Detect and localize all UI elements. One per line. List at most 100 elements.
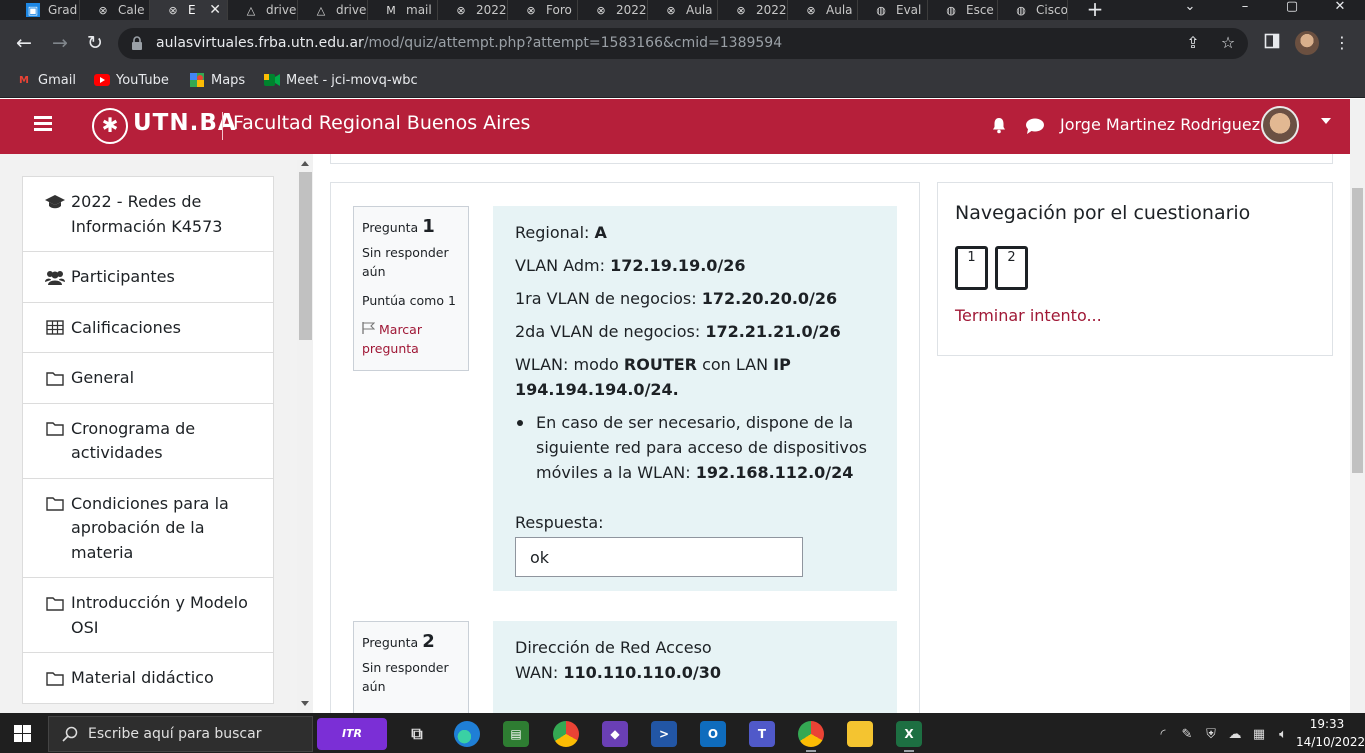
browser-tab-label: Eval [896,3,922,17]
browser-tab[interactable]: Mmail [368,0,438,20]
drawer-item-label: Material didáctico [71,668,214,687]
drawer-scrollbar-thumb[interactable] [299,172,312,340]
keyboard-icon[interactable]: ▦ [1251,726,1267,742]
browser-tab[interactable]: ⊗ 2022 [718,0,788,20]
user-avatar[interactable] [1261,106,1299,144]
chrome-icon[interactable] [553,721,579,747]
messages-icon[interactable] [1025,117,1045,135]
quiz-nav-button-1[interactable]: 1 [955,246,988,290]
powershell-icon[interactable]: > [651,721,677,747]
site-name[interactable]: Facultad Regional Buenos Aires [233,112,530,134]
project-app-icon[interactable]: ▤ [503,721,529,747]
finish-attempt-link[interactable]: Terminar intento... [955,306,1102,325]
browser-tab[interactable]: ▣ Grad [10,0,80,20]
flag-question-link[interactable]: Marcar pregunta [362,320,460,358]
reload-icon[interactable]: ↻ [81,29,109,57]
browser-tab[interactable]: ⊗ Cale [80,0,150,20]
clock-date[interactable]: 14/10/2022 [1296,735,1365,749]
window-close-button[interactable]: ✕ [1320,0,1360,20]
utn-logo-icon[interactable]: ✱ [92,108,128,144]
user-menu-caret-icon[interactable] [1321,118,1331,124]
pen-icon[interactable]: ✎ [1179,726,1195,742]
drawer-item-grades[interactable]: Calificaciones [23,303,273,353]
sidepanel-icon[interactable] [1262,33,1282,53]
scroll-up-arrow-icon[interactable] [301,161,309,166]
line-text: VLAN Adm: [515,256,611,275]
itr-app-button[interactable]: ITR [317,718,387,750]
back-icon[interactable]: ← [10,29,38,57]
browser-tab[interactable]: ⊗ Aula [648,0,718,20]
bookmark-meet[interactable]: Meet - jci-movq-wbc [264,70,418,90]
drawer-item-material[interactable]: Material didáctico [23,653,273,703]
answer-input[interactable] [515,537,803,577]
browser-tab[interactable]: ◍ Eval [858,0,928,20]
windows-start-icon[interactable] [14,725,31,742]
wifi-icon[interactable]: ◜ [1155,726,1171,742]
table-icon [45,320,65,336]
bookmark-maps[interactable]: Maps [189,70,245,90]
share-icon[interactable]: ⇪ [1183,33,1203,53]
bookmark-label: Maps [211,72,246,88]
new-tab-button[interactable]: + [1085,0,1105,20]
teams-icon[interactable]: T [749,721,775,747]
scroll-down-arrow-icon[interactable] [301,701,309,706]
drawer-item-schedule[interactable]: Cronograma de actividades [23,404,273,479]
defender-icon[interactable]: ⛨ [1203,726,1219,742]
url-path: /mod/quiz/attempt.php?attempt=1583166&cm… [363,35,783,51]
maximize-button[interactable]: ▢ [1272,0,1312,20]
visual-studio-icon[interactable]: ◆ [602,721,628,747]
bell-icon[interactable] [990,116,1008,134]
browser-menu-icon[interactable]: ⋮ [1334,33,1350,53]
close-circle-icon: ⊗ [736,3,746,17]
browser-tab[interactable]: ⊗ 2022 [438,0,508,20]
close-tab-icon[interactable]: ✕ [209,2,221,18]
quiz-nav-button-2[interactable]: 2 [995,246,1028,290]
browser-tab-label: Aula [686,3,713,17]
task-view-icon[interactable]: ⧉ [404,721,430,747]
browser-tab[interactable]: ⊗ Aula [788,0,858,20]
file-explorer-icon[interactable] [847,721,873,747]
browser-tab-label: Grad [48,3,78,17]
bookmark-youtube[interactable]: YouTube [94,70,169,90]
edge-icon[interactable] [454,721,480,747]
url-text[interactable]: aulasvirtuales.frba.utn.edu.ar/mod/quiz/… [156,35,782,51]
browser-tab[interactable]: ⊗ E ✕ [150,0,228,20]
browser-tab[interactable]: ⊗ 2022 [578,0,648,20]
clock-time[interactable]: 19:33 [1307,717,1347,731]
outlook-icon[interactable]: O [700,721,726,747]
drawer-item-conditions[interactable]: Condiciones para la aprobación de la mat… [23,479,273,578]
forward-icon[interactable]: → [46,29,74,57]
browser-tab[interactable]: ⊗ Foro [508,0,578,20]
profile-avatar-icon[interactable] [1295,31,1319,55]
users-icon [45,269,65,285]
youtube-icon [94,73,110,87]
folder-icon [45,595,65,611]
drawer-item-label: Introducción y Modelo OSI [71,593,248,637]
folder-icon [45,421,65,437]
page-scrollbar-thumb[interactable] [1352,188,1363,473]
chrome-profile-icon[interactable] [798,721,824,752]
browser-tab[interactable]: △ drive [228,0,298,20]
globe-icon: ◍ [1016,3,1026,17]
drawer-item-general[interactable]: General [23,353,273,404]
drawer-item-osi[interactable]: Introducción y Modelo OSI [23,578,273,653]
user-name[interactable]: Jorge Martinez Rodriguez [1060,115,1260,134]
bookmark-gmail[interactable]: M Gmail [16,70,76,90]
browser-tab[interactable]: ◍ Cisco [998,0,1068,20]
browser-tab[interactable]: △ drive [298,0,368,20]
close-circle-icon: ⊗ [526,3,536,17]
excel-icon[interactable]: X [896,721,922,752]
drawer-item-participants[interactable]: Participantes [23,252,273,303]
browser-tab[interactable]: ◍ Esce [928,0,998,20]
menu-toggle-icon[interactable] [34,116,52,134]
volume-icon[interactable]: 🔈︎ [1275,726,1291,742]
tab-search-chevron-icon[interactable]: ⌄ [1170,0,1210,20]
folder-icon [45,670,65,686]
lock-icon[interactable] [131,36,145,50]
question-grade: Puntúa como 1 [362,293,456,308]
star-icon[interactable]: ☆ [1218,33,1238,53]
taskbar-search-placeholder[interactable]: Escribe aquí para buscar [88,726,261,742]
onedrive-icon[interactable]: ☁ [1227,726,1243,742]
minimize-button[interactable]: – [1225,0,1265,20]
drawer-item-course[interactable]: 2022 - Redes de Información K4573 [23,177,273,252]
